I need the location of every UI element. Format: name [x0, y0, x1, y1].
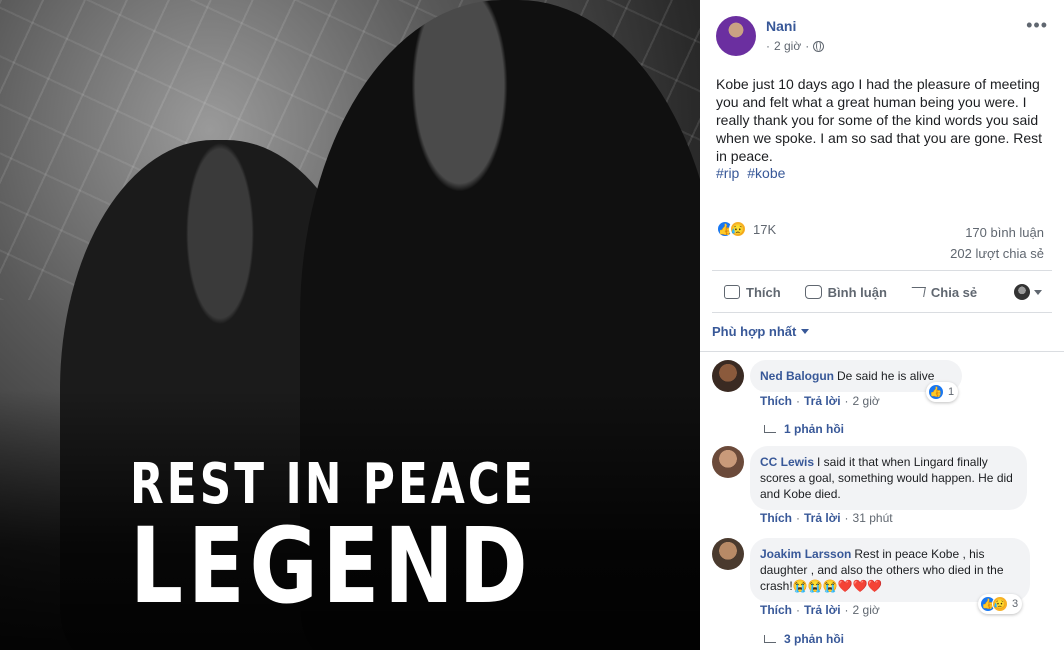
- reply-arrow-icon: [764, 635, 776, 643]
- author-avatar[interactable]: [716, 16, 756, 56]
- author-name[interactable]: Nani: [766, 18, 796, 34]
- comment-text: De said he is alive: [837, 369, 935, 383]
- reaction-summary[interactable]: 👍 😥 17K: [716, 220, 776, 238]
- sad-reaction-icon: 😥: [729, 220, 747, 238]
- commenter-name[interactable]: CC Lewis: [760, 455, 814, 469]
- sort-label: Phù hợp nhất: [712, 324, 797, 339]
- viewer-avatar: [1014, 284, 1030, 300]
- comment-label: Bình luận: [827, 284, 887, 300]
- like-button[interactable]: Thích: [712, 276, 793, 308]
- globe-icon: [813, 40, 825, 52]
- avatar[interactable]: [712, 360, 744, 392]
- more-icon[interactable]: •••: [1026, 16, 1048, 34]
- post-photo[interactable]: REST IN PEACE LEGEND: [0, 0, 700, 650]
- divider: [712, 270, 1052, 271]
- reply-arrow-icon: [764, 425, 776, 433]
- comment-reply-link[interactable]: Trả lời: [804, 394, 841, 408]
- hashtag-kobe[interactable]: #kobe: [747, 165, 785, 181]
- reaction-count: 17K: [753, 221, 777, 237]
- comment-reply-link[interactable]: Trả lời: [804, 511, 841, 525]
- comment-icon: [804, 285, 822, 299]
- replies-label: 3 phản hồi: [784, 632, 844, 646]
- comment-reaction-count: 3: [1012, 598, 1019, 610]
- action-bar: Thích Bình luận Chia sẻ: [712, 276, 1052, 308]
- comment-reactions[interactable]: 👍 1: [926, 382, 959, 402]
- comment-like-link[interactable]: Thích: [760, 511, 792, 525]
- chevron-down-icon: [801, 329, 810, 334]
- share-count[interactable]: 202 lượt chia sẻ: [950, 243, 1044, 264]
- avatar[interactable]: [712, 538, 744, 570]
- post-as-selector[interactable]: [1014, 284, 1052, 300]
- comment-time[interactable]: 2 giờ: [853, 603, 880, 617]
- post-panel: Nani · 2 giờ · ••• Kobe just 10 days ago…: [700, 0, 1064, 650]
- comment-bubble: CC Lewis I said it that when Lingard fina…: [750, 446, 1027, 510]
- share-label: Chia sẻ: [930, 284, 978, 300]
- sad-reaction-icon: 😥: [992, 596, 1008, 612]
- comment-button[interactable]: Bình luận: [793, 276, 899, 308]
- comment-like-link[interactable]: Thích: [760, 394, 792, 408]
- comment-meta: Thích · Trả lời · 2 giờ: [760, 603, 880, 617]
- divider: [712, 312, 1052, 313]
- comment-bubble: Joakim Larsson Rest in peace Kobe , his d…: [750, 538, 1030, 602]
- view-replies[interactable]: 3 phản hồi: [764, 632, 844, 646]
- photo-caption-line2: LEGEND: [130, 505, 533, 627]
- comment-reaction-count: 1: [948, 386, 955, 398]
- comment-reply-link[interactable]: Trả lời: [804, 603, 841, 617]
- commenter-name[interactable]: Joakim Larsson: [760, 547, 851, 561]
- thumb-icon: [724, 285, 740, 299]
- divider: [700, 351, 1064, 352]
- like-reaction-icon: 👍: [928, 384, 944, 400]
- comment-reactions[interactable]: 👍 😥 3: [978, 594, 1023, 614]
- hashtags: #rip #kobe: [716, 165, 789, 181]
- comment-meta: Thích · Trả lời · 31 phút: [760, 511, 893, 525]
- hashtag-rip[interactable]: #rip: [716, 165, 739, 181]
- avatar[interactable]: [712, 446, 744, 478]
- commenter-name[interactable]: Ned Balogun: [760, 369, 834, 383]
- chevron-down-icon: [1034, 289, 1042, 295]
- post-meta: · 2 giờ ·: [766, 39, 825, 53]
- view-replies[interactable]: 1 phản hồi: [764, 422, 844, 436]
- share-button[interactable]: Chia sẻ: [899, 276, 989, 308]
- comment-sort[interactable]: Phù hợp nhất: [712, 324, 810, 339]
- replies-label: 1 phản hồi: [784, 422, 844, 436]
- comment-meta: Thích · Trả lời · 2 giờ: [760, 394, 880, 408]
- post-text: Kobe just 10 days ago I had the pleasure…: [716, 76, 1043, 164]
- comment-like-link[interactable]: Thích: [760, 603, 792, 617]
- post-header: Nani · 2 giờ · •••: [716, 16, 1048, 56]
- post-time[interactable]: 2 giờ: [774, 39, 801, 53]
- post-stats: 170 bình luận 202 lượt chia sẻ: [950, 222, 1044, 264]
- like-label: Thích: [746, 284, 781, 300]
- comment-count[interactable]: 170 bình luận: [950, 222, 1044, 243]
- comment-time[interactable]: 31 phút: [853, 511, 893, 525]
- share-icon: [910, 287, 926, 297]
- comment-time[interactable]: 2 giờ: [853, 394, 880, 408]
